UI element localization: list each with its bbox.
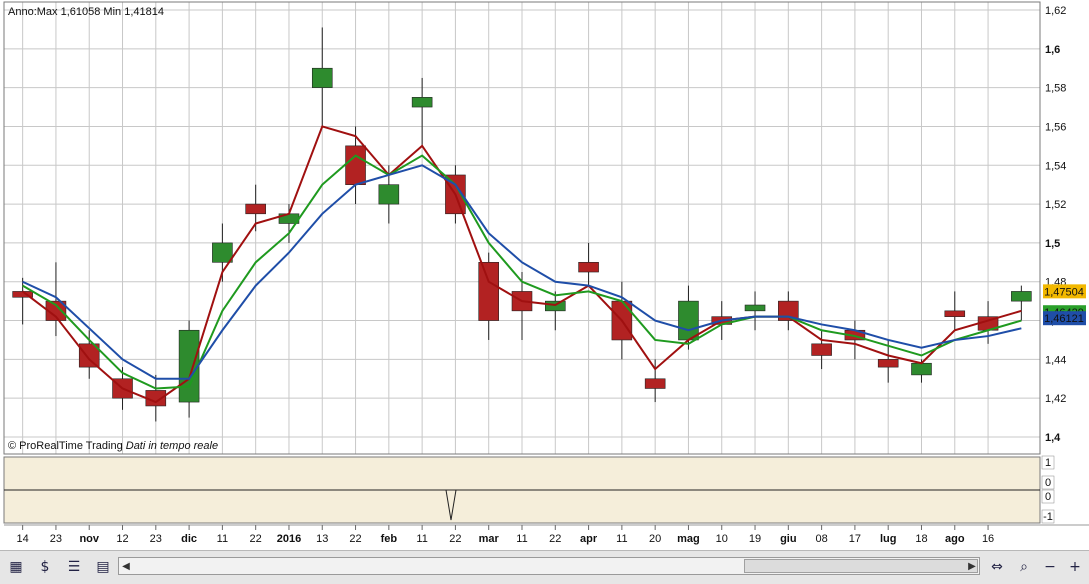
date-tick-label: 10 — [716, 533, 728, 545]
price-tag: 1,47504 — [1043, 284, 1086, 299]
candle-body — [578, 262, 599, 273]
candle-body — [178, 329, 200, 403]
date-tick-label: 11 — [217, 533, 228, 545]
zoom-fit-icon[interactable]: ⇔ — [986, 556, 1008, 578]
candle-body — [1011, 291, 1032, 302]
indicators-icon[interactable]: $ — [34, 556, 56, 578]
date-tick-label: 23 — [150, 533, 162, 545]
candle-body — [212, 242, 233, 263]
price-tick-label: 1,44 — [1045, 354, 1066, 366]
date-tick-label: mag — [677, 533, 700, 545]
date-tick-label: 22 — [549, 533, 561, 545]
date-tick-label: 22 — [349, 533, 361, 545]
price-tag: 1,46121 — [1043, 311, 1086, 326]
date-tick-label: 17 — [849, 533, 861, 545]
price-tick-label: 1,62 — [1045, 5, 1066, 17]
date-tick-label: 11 — [616, 533, 627, 545]
drawing-tools-icon[interactable]: ▤ — [92, 556, 114, 578]
price-tick-label: 1,52 — [1045, 199, 1066, 211]
date-tick-label: apr — [580, 533, 598, 545]
indicator-tick-label: 0 — [1045, 491, 1051, 503]
date-tick-label: 08 — [815, 533, 827, 545]
price-tick-label: 1,42 — [1045, 393, 1066, 405]
date-tick-label: 11 — [416, 533, 427, 545]
date-tick-label: 2016 — [277, 533, 301, 545]
indicator-tick-label: 0 — [1045, 477, 1051, 489]
date-tick-label: 23 — [50, 533, 62, 545]
date-tick-label: lug — [880, 533, 897, 545]
date-tick-label: 12 — [116, 533, 128, 545]
candle-body — [877, 359, 899, 368]
indicator-tick-label: 1 — [1045, 457, 1051, 469]
candle-body — [345, 145, 366, 185]
candle-body — [644, 378, 666, 389]
candle-body — [944, 310, 966, 317]
candle-body — [911, 362, 932, 376]
price-tick-label: 1,54 — [1045, 160, 1066, 172]
date-tick-label: 22 — [449, 533, 461, 545]
properties-icon[interactable]: ☰ — [63, 556, 85, 578]
date-tick-label: 13 — [316, 533, 328, 545]
chart-type-icon[interactable]: ▦ — [5, 556, 27, 578]
date-tick-label: 20 — [649, 533, 661, 545]
date-tick-label: 19 — [749, 533, 761, 545]
price-tag-label: 1,47504 — [1044, 286, 1084, 298]
date-tick-label: 18 — [915, 533, 927, 545]
bottom-toolbar: ▦ $ ☰ ▤ ◀ ▶ ⇔ ⌕ − + — [0, 550, 1089, 584]
time-scrollbar[interactable]: ◀ ▶ — [118, 557, 980, 575]
zoom-in-icon[interactable]: + — [1064, 556, 1086, 578]
date-tick-label: 14 — [17, 533, 29, 545]
credit-line: © ProRealTime Trading Dati in tempo real… — [8, 440, 218, 452]
date-tick-label: feb — [381, 533, 398, 545]
price-tag-label: 1,46121 — [1044, 313, 1084, 325]
price-tick-label: 1,56 — [1045, 121, 1066, 133]
candle-body — [245, 203, 266, 215]
indicator-tick-label: -1 — [1043, 511, 1053, 523]
date-tick-label: ago — [945, 533, 965, 545]
candle-body — [311, 67, 333, 88]
header-readout: Anno:Max 1,61058 Min 1,41814 — [8, 6, 164, 18]
scroll-left-icon[interactable]: ◀ — [119, 558, 133, 574]
candle-body — [811, 343, 832, 356]
date-tick-label: mar — [479, 533, 500, 545]
price-tick-label: 1,4 — [1045, 432, 1061, 444]
scroll-thumb[interactable] — [744, 559, 978, 573]
candle-body — [678, 300, 699, 341]
zoom-out-icon[interactable]: − — [1039, 556, 1061, 578]
date-tick-label: giu — [780, 533, 797, 545]
price-chart[interactable]: Anno:Max 1,61058 Min 1,41814 © ProRealTi… — [0, 0, 1089, 550]
date-tick-label: nov — [79, 533, 99, 545]
price-tick-label: 1,58 — [1045, 83, 1066, 95]
price-tick-label: 1,6 — [1045, 44, 1060, 56]
date-tick-label: 22 — [250, 533, 262, 545]
candle-body — [411, 97, 433, 108]
price-tick-label: 1,5 — [1045, 238, 1060, 250]
candle-body — [744, 304, 766, 312]
date-tick-label: dic — [181, 533, 197, 545]
scroll-right-icon[interactable]: ▶ — [965, 558, 979, 574]
date-tick-label: 16 — [982, 533, 994, 545]
candle-body — [478, 262, 499, 321]
date-tick-label: 11 — [516, 533, 527, 545]
zoom-select-icon[interactable]: ⌕ — [1013, 556, 1035, 578]
candle-body — [378, 184, 400, 205]
